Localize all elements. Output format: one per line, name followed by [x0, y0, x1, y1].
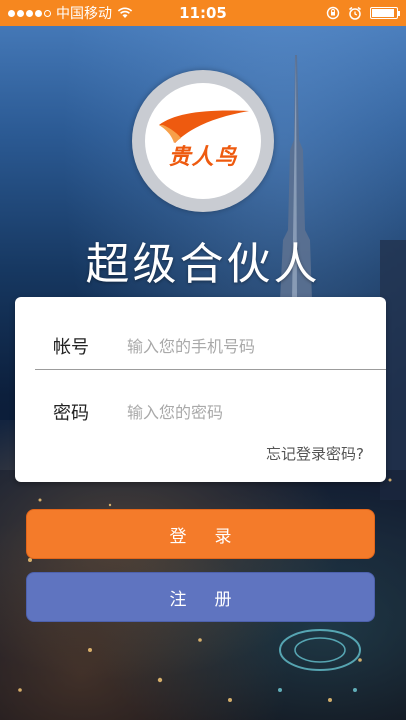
battery-icon — [370, 7, 400, 19]
wifi-icon — [117, 7, 133, 18]
brand-logo-text: 贵人鸟 — [168, 145, 238, 170]
password-input[interactable] — [125, 394, 386, 430]
account-row: 帐号 — [15, 325, 386, 367]
password-row: 密码 — [15, 393, 386, 431]
register-button[interactable]: 注册 — [26, 572, 375, 622]
rotation-lock-icon — [326, 6, 340, 20]
battery-level — [372, 9, 395, 17]
brand-logo: 贵人鸟 — [132, 70, 274, 212]
signal-icon — [8, 9, 51, 17]
forgot-password-link[interactable]: 忘记登录密码? — [266, 443, 364, 464]
status-bar: 中国移动 11:05 — [0, 0, 406, 26]
password-label: 密码 — [53, 403, 89, 424]
alarm-icon — [349, 6, 361, 20]
account-label: 帐号 — [53, 337, 89, 358]
login-form-card: 帐号 密码 忘记登录密码? — [15, 297, 386, 482]
form-divider — [35, 369, 386, 370]
carrier-name: 中国移动 — [56, 6, 112, 22]
account-input[interactable] — [125, 328, 386, 364]
status-right — [326, 6, 400, 20]
status-left: 中国移动 — [8, 3, 133, 23]
app-title: 超级合伙人 — [85, 239, 321, 290]
login-button[interactable]: 登录 — [26, 509, 375, 559]
brand-logo-badge: 贵人鸟 — [145, 83, 261, 199]
